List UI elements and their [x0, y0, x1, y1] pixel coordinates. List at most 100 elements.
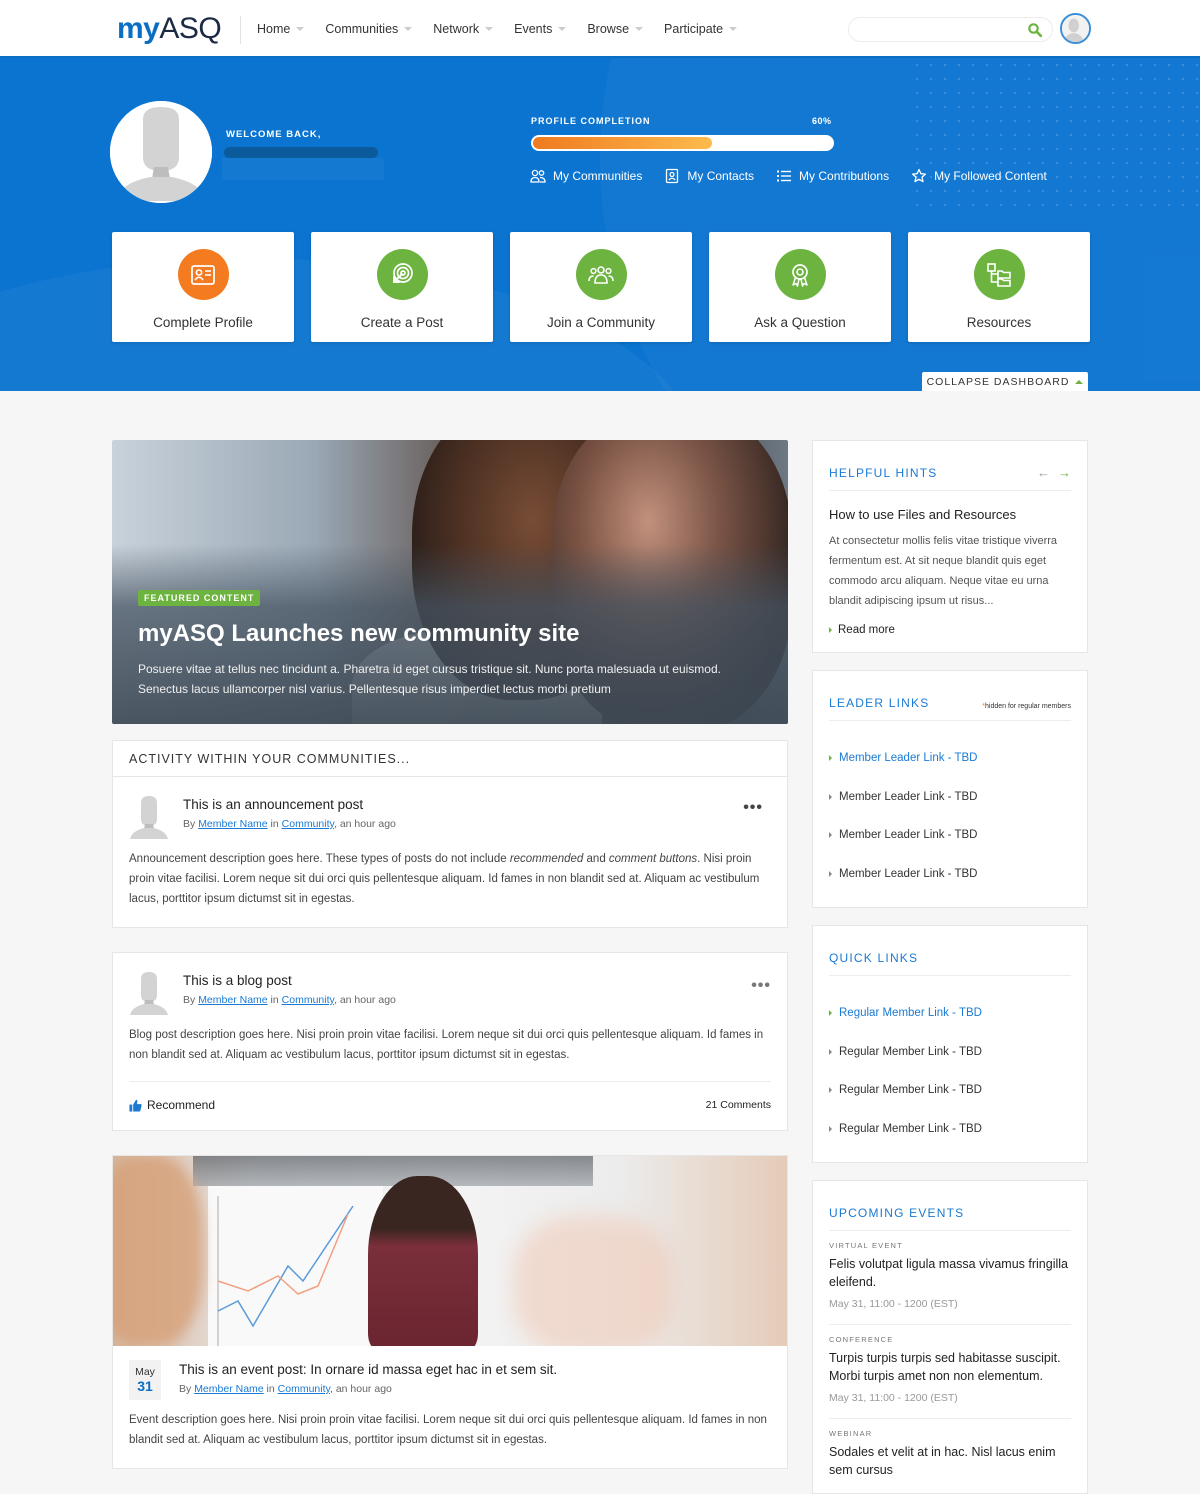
- join-community-card[interactable]: Join a Community: [510, 232, 692, 342]
- post-author-link[interactable]: Member Name: [198, 994, 267, 1006]
- link-label: Member Leader Link - TBD: [839, 752, 978, 765]
- myasq-logo[interactable]: myASQ: [117, 12, 222, 46]
- event-image-part: [208, 1186, 383, 1346]
- profile-avatar[interactable]: [110, 101, 212, 203]
- more-options-icon[interactable]: •••: [751, 977, 771, 995]
- link-label: Member Leader Link - TBD: [839, 829, 978, 842]
- featured-title[interactable]: myASQ Launches new community site: [138, 620, 579, 648]
- profile-completion-fill: [533, 137, 713, 149]
- quick-link[interactable]: Regular Member Link - TBD: [829, 1071, 1071, 1110]
- post-meta-by: By: [179, 1383, 192, 1395]
- nav-item-browse[interactable]: Browse: [587, 22, 644, 36]
- action-icon-circle: [376, 249, 428, 300]
- my-contributions-link[interactable]: My Contributions: [776, 168, 889, 184]
- leader-link[interactable]: Member Leader Link - TBD: [829, 816, 1071, 855]
- caret-right-icon: [829, 627, 832, 633]
- upcoming-events-card: UPCOMING EVENTS VIRTUAL EVENT Felis volu…: [812, 1180, 1088, 1494]
- nav-item-communities[interactable]: Communities: [325, 22, 413, 36]
- leader-links-header: LEADER LINKS *hidden for regular members: [829, 671, 1071, 721]
- recommend-label: Recommend: [147, 1098, 216, 1112]
- post-heading: This is an event post: In ornare id mass…: [179, 1360, 557, 1395]
- profile-completion-value: 60%: [812, 116, 832, 126]
- nav-item-home[interactable]: Home: [257, 22, 305, 36]
- post-body: Event description goes here. Nisi proin …: [129, 1414, 767, 1446]
- nav-item-events[interactable]: Events: [514, 22, 567, 36]
- post-community-link[interactable]: Community: [278, 1383, 330, 1395]
- quick-link[interactable]: Regular Member Link - TBD: [829, 1110, 1071, 1149]
- upcoming-events-header: UPCOMING EVENTS: [829, 1181, 1071, 1231]
- event-type: VIRTUAL EVENT: [829, 1241, 903, 1250]
- hint-title[interactable]: How to use Files and Resources: [829, 507, 1071, 522]
- my-communities-link[interactable]: My Communities: [530, 168, 642, 184]
- nav-item-participate[interactable]: Participate: [664, 22, 738, 36]
- collapse-dashboard-button[interactable]: COLLAPSE DASHBOARD: [922, 372, 1088, 391]
- user-avatar-button[interactable]: [1060, 13, 1091, 44]
- post-footer: Recommend 21 Comments: [129, 1081, 771, 1112]
- arrow-right-icon[interactable]: →: [1058, 465, 1071, 480]
- logo-asq: ASQ: [159, 12, 222, 45]
- quick-links-card: QUICK LINKS Regular Member Link - TBD Re…: [812, 925, 1088, 1163]
- event-image[interactable]: [113, 1156, 787, 1346]
- feed-column: FEATURED CONTENT myASQ Launches new comm…: [112, 440, 788, 1469]
- user-silhouette-icon: [130, 972, 168, 1015]
- leader-link[interactable]: Member Leader Link - TBD: [829, 778, 1071, 817]
- quick-link[interactable]: Regular Member Link - TBD: [829, 994, 1071, 1033]
- star-icon: [912, 168, 927, 183]
- nav-item-network[interactable]: Network: [433, 22, 494, 36]
- my-followed-content-link[interactable]: My Followed Content: [911, 168, 1047, 184]
- search-icon[interactable]: [1027, 22, 1043, 38]
- post-heading: This is a blog post By Member Name in Co…: [183, 971, 396, 1006]
- event-title[interactable]: Felis volutpat ligula massa vivamus frin…: [829, 1255, 1071, 1291]
- comments-link[interactable]: 21 Comments: [706, 1099, 771, 1111]
- read-more-link[interactable]: Read more: [829, 624, 1071, 636]
- event-item: WEBINAR Sodales et velit at in hac. Nisl…: [829, 1419, 1071, 1493]
- arrow-left-icon[interactable]: ←: [1037, 465, 1050, 480]
- nav-item-label: Communities: [325, 22, 399, 36]
- hint-pager: ← →: [1037, 465, 1071, 480]
- post-community-link[interactable]: Community: [282, 994, 334, 1006]
- post-title[interactable]: This is an event post: In ornare id mass…: [179, 1362, 557, 1377]
- action-icon-circle: [177, 249, 229, 300]
- target-cursor-icon: [393, 262, 413, 283]
- quick-link[interactable]: Regular Member Link - TBD: [829, 1033, 1071, 1072]
- note-text: hidden for regular members: [985, 703, 1071, 710]
- quick-links-header: QUICK LINKS: [829, 926, 1071, 976]
- event-image-part: [113, 1156, 203, 1346]
- search-input[interactable]: [849, 18, 1019, 41]
- post-author-link[interactable]: Member Name: [194, 1383, 263, 1395]
- post-title[interactable]: This is an announcement post: [183, 797, 396, 812]
- list-icon: [777, 170, 792, 182]
- post-author-link[interactable]: Member Name: [198, 818, 267, 830]
- event-post-content: May 31 This is an event post: In ornare …: [113, 1346, 787, 1468]
- create-post-card[interactable]: Create a Post: [311, 232, 493, 342]
- contact-card-icon: [666, 168, 679, 184]
- event-title[interactable]: Turpis turpis turpis sed habitasse susci…: [829, 1349, 1071, 1385]
- action-label: Join a Community: [546, 315, 656, 330]
- profile-completion-label: PROFILE COMPLETION: [531, 116, 651, 126]
- event-date-month: May: [135, 1366, 155, 1378]
- top-navigation: myASQ Home Communities Network Events Br…: [0, 0, 1200, 58]
- action-label: Create a Post: [360, 315, 444, 330]
- activity-header-label: ACTIVITY WITHIN YOUR COMMUNITIES...: [129, 751, 411, 766]
- post-title[interactable]: This is a blog post: [183, 973, 396, 988]
- leader-link[interactable]: Member Leader Link - TBD: [829, 855, 1071, 894]
- chevron-down-icon: [296, 27, 305, 31]
- my-contacts-link[interactable]: My Contacts: [664, 168, 754, 184]
- post-author-avatar[interactable]: [129, 971, 169, 1015]
- ask-question-card[interactable]: Ask a Question: [709, 232, 891, 342]
- post-author-avatar[interactable]: [129, 795, 169, 839]
- link-label: Regular Member Link - TBD: [839, 1007, 982, 1020]
- award-ribbon-icon: [792, 263, 808, 287]
- complete-profile-card[interactable]: Complete Profile: [112, 232, 294, 342]
- leader-link[interactable]: Member Leader Link - TBD: [829, 739, 1071, 778]
- post-community-link[interactable]: Community: [282, 818, 334, 830]
- featured-content-card[interactable]: FEATURED CONTENT myASQ Launches new comm…: [112, 440, 788, 724]
- resources-card[interactable]: Resources: [908, 232, 1090, 342]
- main-menu: Home Communities Network Events Browse P…: [257, 0, 738, 58]
- event-title[interactable]: Sodales et velit at in hac. Nisl lacus e…: [829, 1443, 1071, 1479]
- dashboard-action-cards: Complete Profile Create a Post Join a Co…: [112, 232, 1090, 342]
- upcoming-events-title: UPCOMING EVENTS: [829, 1206, 965, 1220]
- action-icon-circle: [973, 249, 1025, 300]
- more-options-icon[interactable]: •••: [743, 799, 763, 817]
- recommend-button[interactable]: Recommend: [129, 1098, 215, 1112]
